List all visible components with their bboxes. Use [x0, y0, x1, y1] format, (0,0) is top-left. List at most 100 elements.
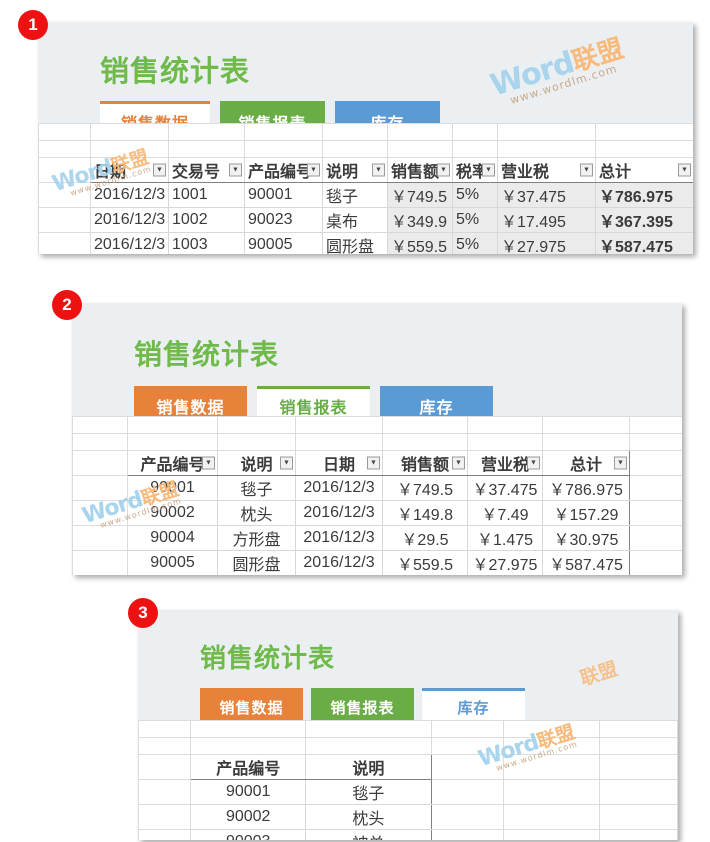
step-badge-3: 3: [128, 598, 158, 628]
header-label: 销售额: [391, 164, 440, 181]
column-header-description[interactable]: 说明 ▼: [217, 450, 296, 476]
column-header-date[interactable]: 日期 ▼: [90, 157, 169, 183]
header-label: 总计: [569, 457, 602, 474]
header-label: 日期: [322, 457, 355, 474]
tab-label: 销售数据: [219, 698, 284, 717]
page-title: 销售统计表: [200, 644, 336, 674]
filter-dropdown-icon[interactable]: ▼: [452, 456, 465, 470]
table-row[interactable]: 2016/12/3 1002 90023 桌布 ￥349.9 5% ￥17.49…: [38, 207, 693, 233]
column-header-date[interactable]: 日期 ▼: [295, 450, 383, 476]
panel-1-header: 销售统计表 销售数据 销售报表 库存: [38, 22, 693, 123]
filter-dropdown-icon[interactable]: ▼: [678, 163, 691, 177]
column-header-description[interactable]: 说明: [305, 754, 432, 780]
inventory-table: 产品编号 说明 90001 毯子 90002 枕头: [138, 720, 678, 840]
panel-2-grid: 产品编号 ▼ 说明 ▼ 日期 ▼ 销售额 ▼ 营业税 ▼ 总计 ▼ 90001 毯子 201…: [72, 416, 682, 575]
screenshot-page: 1 销售统计表 销售数据 销售报表 库存 日期 ▼ 交易号 ▼ 产品编号 ▼ 说…: [0, 0, 710, 842]
filter-dropdown-icon[interactable]: ▼: [153, 163, 166, 177]
filter-dropdown-icon[interactable]: ▼: [280, 456, 293, 470]
panel-3-header: 销售统计表 销售数据 销售报表 库存: [138, 610, 678, 720]
table-row[interactable]: 90001 毯子 2016/12/3 ￥749.5 ￥37.475 ￥786.9…: [72, 475, 682, 501]
tab-sales-report[interactable]: 销售报表: [220, 101, 325, 123]
panel-2: 销售统计表 销售数据 销售报表 库存 产品编号 ▼ 说明 ▼ 日期 ▼ 销售额 …: [72, 303, 682, 575]
table-row[interactable]: 2016/12/3 1003 90005 圆形盘 ￥559.5 5% ￥27.9…: [38, 232, 693, 254]
panel-2-tabs: 销售数据 销售报表 库存: [134, 386, 493, 416]
tab-sales-report[interactable]: 销售报表: [311, 688, 414, 720]
column-header-transaction-id[interactable]: 交易号 ▼: [168, 157, 245, 183]
tab-label: 库存: [370, 113, 405, 124]
filter-dropdown-icon[interactable]: ▼: [580, 163, 593, 177]
table-row[interactable]: 90002 枕头: [138, 804, 678, 830]
tab-sales-report[interactable]: 销售报表: [257, 386, 370, 416]
column-header-total[interactable]: 总计 ▼: [595, 157, 693, 183]
column-header-product-id[interactable]: 产品编号 ▼: [244, 157, 323, 183]
table-row[interactable]: 90003 被单: [138, 829, 678, 840]
page-title: 销售统计表: [100, 54, 251, 88]
tab-label: 销售报表: [330, 698, 395, 717]
column-header-product-id[interactable]: 产品编号: [190, 754, 307, 780]
spacer-row: [38, 123, 693, 141]
filter-dropdown-icon[interactable]: ▼: [307, 163, 320, 177]
table-header-row: 日期 ▼ 交易号 ▼ 产品编号 ▼ 说明 ▼ 销售额 ▼ 税率 ▼ 营业税 ▼ 总计 ▼: [38, 157, 693, 183]
tab-inventory[interactable]: 库存: [422, 688, 525, 720]
panel-1-grid: 日期 ▼ 交易号 ▼ 产品编号 ▼ 说明 ▼ 销售额 ▼ 税率 ▼ 营业税 ▼ 总计 ▼ 201…: [38, 123, 693, 254]
header-label: 销售额: [400, 457, 449, 474]
tab-inventory[interactable]: 库存: [380, 386, 493, 416]
spacer-row: [38, 140, 693, 158]
filter-dropdown-icon[interactable]: ▼: [229, 163, 242, 177]
spacer-row: [138, 737, 678, 755]
tab-label: 销售报表: [279, 398, 348, 416]
tab-label: 销售数据: [120, 113, 189, 124]
table-row[interactable]: 90002 枕头 2016/12/3 ￥149.8 ￥7.49 ￥157.29: [72, 500, 682, 526]
panel-1: 销售统计表 销售数据 销售报表 库存 日期 ▼ 交易号 ▼ 产品编号 ▼ 说明 …: [38, 22, 693, 254]
step-badge-1: 1: [18, 10, 48, 40]
spacer-row: [138, 720, 678, 738]
filter-dropdown-icon[interactable]: ▼: [482, 163, 495, 177]
tab-label: 库存: [419, 398, 454, 416]
filter-dropdown-icon[interactable]: ▼: [202, 456, 215, 470]
table-header-row: 产品编号 说明: [138, 754, 678, 780]
column-header-sales-tax[interactable]: 营业税 ▼: [467, 450, 543, 476]
header-label: 说明: [326, 164, 359, 181]
header-label: 总计: [599, 164, 632, 181]
column-header-tax-rate[interactable]: 税率 ▼: [452, 157, 498, 183]
step-badge-2: 2: [52, 290, 82, 320]
panel-3-tabs: 销售数据 销售报表 库存: [200, 688, 525, 720]
column-header-sales-amount[interactable]: 销售额 ▼: [387, 157, 453, 183]
panel-3-grid: 产品编号 说明 90001 毯子 90002 枕头: [138, 720, 678, 840]
table-row[interactable]: 2016/12/3 1001 90001 毯子 ￥749.5 5% ￥37.47…: [38, 182, 693, 208]
column-header-description[interactable]: 说明 ▼: [322, 157, 388, 183]
filter-dropdown-icon[interactable]: ▼: [527, 456, 540, 470]
panel-1-tabs: 销售数据 销售报表 库存: [100, 101, 440, 123]
column-header-sales-tax[interactable]: 营业税 ▼: [497, 157, 596, 183]
panel-2-header: 销售统计表 销售数据 销售报表 库存: [72, 303, 682, 416]
panel-3: 销售统计表 销售数据 销售报表 库存 产品编号 说明 90001 毯子 9000…: [138, 610, 678, 840]
sales-report-table: 产品编号 ▼ 说明 ▼ 日期 ▼ 销售额 ▼ 营业税 ▼ 总计 ▼ 90001 毯子 201…: [72, 416, 682, 575]
header-label: 产品编号: [140, 457, 205, 474]
header-label: 说明: [240, 457, 273, 474]
tab-label: 库存: [457, 698, 490, 717]
header-label: 日期: [94, 164, 127, 181]
table-row[interactable]: 90001 毯子: [138, 779, 678, 805]
filter-dropdown-icon[interactable]: ▼: [372, 163, 385, 177]
table-row[interactable]: 90005 圆形盘 2016/12/3 ￥559.5 ￥27.975 ￥587.…: [72, 550, 682, 575]
table-header-row: 产品编号 ▼ 说明 ▼ 日期 ▼ 销售额 ▼ 营业税 ▼ 总计 ▼: [72, 450, 682, 476]
tab-sales-data[interactable]: 销售数据: [100, 101, 210, 123]
filter-dropdown-icon[interactable]: ▼: [367, 456, 380, 470]
column-header-total[interactable]: 总计 ▼: [542, 450, 630, 476]
column-header-product-id[interactable]: 产品编号 ▼: [127, 450, 218, 476]
tab-label: 销售报表: [238, 113, 307, 124]
header-label: 交易号: [172, 164, 221, 181]
tab-sales-data[interactable]: 销售数据: [134, 386, 247, 416]
sales-data-table: 日期 ▼ 交易号 ▼ 产品编号 ▼ 说明 ▼ 销售额 ▼ 税率 ▼ 营业税 ▼ 总计 ▼ 201…: [38, 123, 693, 254]
tab-sales-data[interactable]: 销售数据: [200, 688, 303, 720]
filter-dropdown-icon[interactable]: ▼: [437, 163, 450, 177]
spacer-row: [72, 433, 682, 451]
header-label: 产品编号: [248, 164, 313, 181]
tab-inventory[interactable]: 库存: [335, 101, 440, 123]
header-label: 营业税: [501, 164, 550, 181]
page-title: 销售统计表: [134, 338, 280, 371]
header-label: 营业税: [480, 457, 529, 474]
filter-dropdown-icon[interactable]: ▼: [614, 456, 627, 470]
column-header-sales-amount[interactable]: 销售额 ▼: [382, 450, 468, 476]
table-row[interactable]: 90004 方形盘 2016/12/3 ￥29.5 ￥1.475 ￥30.975: [72, 525, 682, 551]
